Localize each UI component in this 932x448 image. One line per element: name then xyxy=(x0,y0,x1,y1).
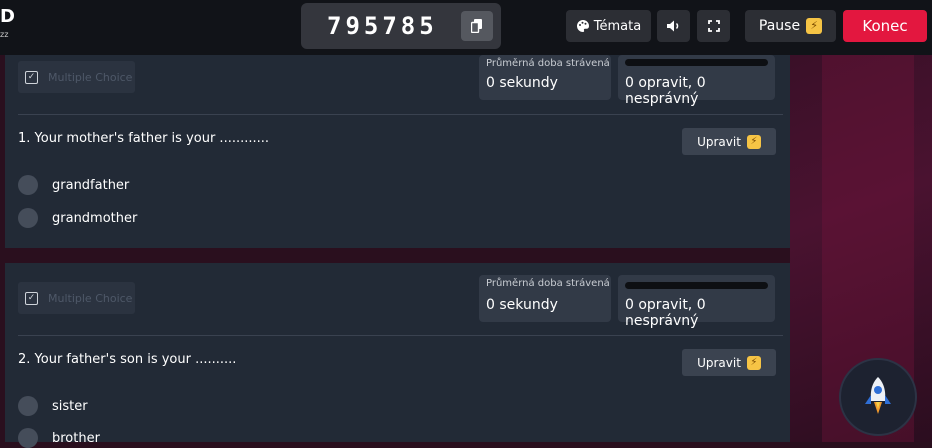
edit-button[interactable]: Upravit ⚡ xyxy=(682,349,776,376)
option-text: grandmother xyxy=(52,210,138,226)
question-card: ✓ Multiple Choice Průměrná doba strávená… xyxy=(5,263,790,448)
question-type-label: Multiple Choice xyxy=(48,70,133,84)
divider xyxy=(18,114,783,115)
logo: D xyxy=(0,6,15,27)
question-card: ✓ Multiple Choice Průměrná doba strávená… xyxy=(5,55,790,248)
answer-option[interactable]: brother xyxy=(18,428,100,448)
radio-icon xyxy=(18,175,38,195)
end-label: Konec xyxy=(862,17,908,35)
radio-icon xyxy=(18,396,38,416)
fullscreen-icon xyxy=(707,20,720,32)
question-type-label: Multiple Choice xyxy=(48,291,133,305)
question-text: 1. Your mother's father is your ........… xyxy=(18,131,270,146)
option-text: brother xyxy=(52,430,100,446)
bolt-icon: ⚡ xyxy=(746,355,761,370)
option-text: grandfather xyxy=(52,177,130,193)
avg-time-value: 0 sekundy xyxy=(486,75,558,91)
volume-icon xyxy=(666,20,678,32)
result-value: 0 opravit, 0 nesprávný xyxy=(625,75,706,107)
palette-icon xyxy=(576,19,589,32)
bolt-icon: ⚡ xyxy=(806,18,823,34)
edit-label: Upravit xyxy=(697,134,741,149)
result-box: 0 opravit, 0 nesprávný xyxy=(618,55,775,107)
radio-icon xyxy=(18,208,38,228)
pause-label: Pause xyxy=(758,18,801,34)
pause-button[interactable]: Pause ⚡ xyxy=(745,10,836,42)
avg-time-value: 0 sekundy xyxy=(486,297,558,313)
checkbox-icon: ✓ xyxy=(25,70,38,84)
game-code-box: 795785 xyxy=(301,3,501,49)
bolt-icon: ⚡ xyxy=(746,134,761,149)
question-type-chip: ✓ Multiple Choice xyxy=(18,61,135,93)
themes-button[interactable]: Témata xyxy=(566,10,651,42)
rocket-button[interactable] xyxy=(839,358,917,436)
edit-label: Upravit xyxy=(697,355,741,370)
question-type-chip: ✓ Multiple Choice xyxy=(18,282,135,314)
result-box: 0 opravit, 0 nesprávný xyxy=(618,275,775,329)
volume-button[interactable] xyxy=(657,10,690,42)
avg-time-title: Průměrná doba strávená xyxy=(486,58,610,69)
copy-icon xyxy=(471,19,482,33)
result-progress-bar xyxy=(625,282,768,289)
radio-icon xyxy=(18,428,38,448)
logo-subtext: zz xyxy=(0,30,9,39)
answer-option[interactable]: grandfather xyxy=(18,175,129,195)
avg-time-title: Průměrná doba strávená xyxy=(486,278,610,289)
divider xyxy=(18,335,783,336)
result-progress-bar xyxy=(625,59,768,66)
question-text: 2. Your father's son is your .......... xyxy=(18,352,237,367)
themes-label: Témata xyxy=(593,18,642,34)
top-bar: D zz 795785 Témata Pause ⚡ Konec xyxy=(0,0,932,55)
rocket-icon xyxy=(865,377,891,414)
result-value: 0 opravit, 0 nesprávný xyxy=(625,297,706,329)
fullscreen-button[interactable] xyxy=(697,10,730,42)
checkbox-icon: ✓ xyxy=(25,291,38,305)
copy-code-button[interactable] xyxy=(461,11,493,41)
edit-button[interactable]: Upravit ⚡ xyxy=(682,128,776,155)
answer-option[interactable]: grandmother xyxy=(18,208,137,228)
avg-time-box: Průměrná doba strávená 0 sekundy xyxy=(479,275,611,322)
game-code: 795785 xyxy=(327,12,438,40)
answer-option[interactable]: sister xyxy=(18,396,88,416)
option-text: sister xyxy=(52,398,88,414)
end-button[interactable]: Konec xyxy=(843,10,927,42)
avg-time-box: Průměrná doba strávená 0 sekundy xyxy=(479,55,611,100)
